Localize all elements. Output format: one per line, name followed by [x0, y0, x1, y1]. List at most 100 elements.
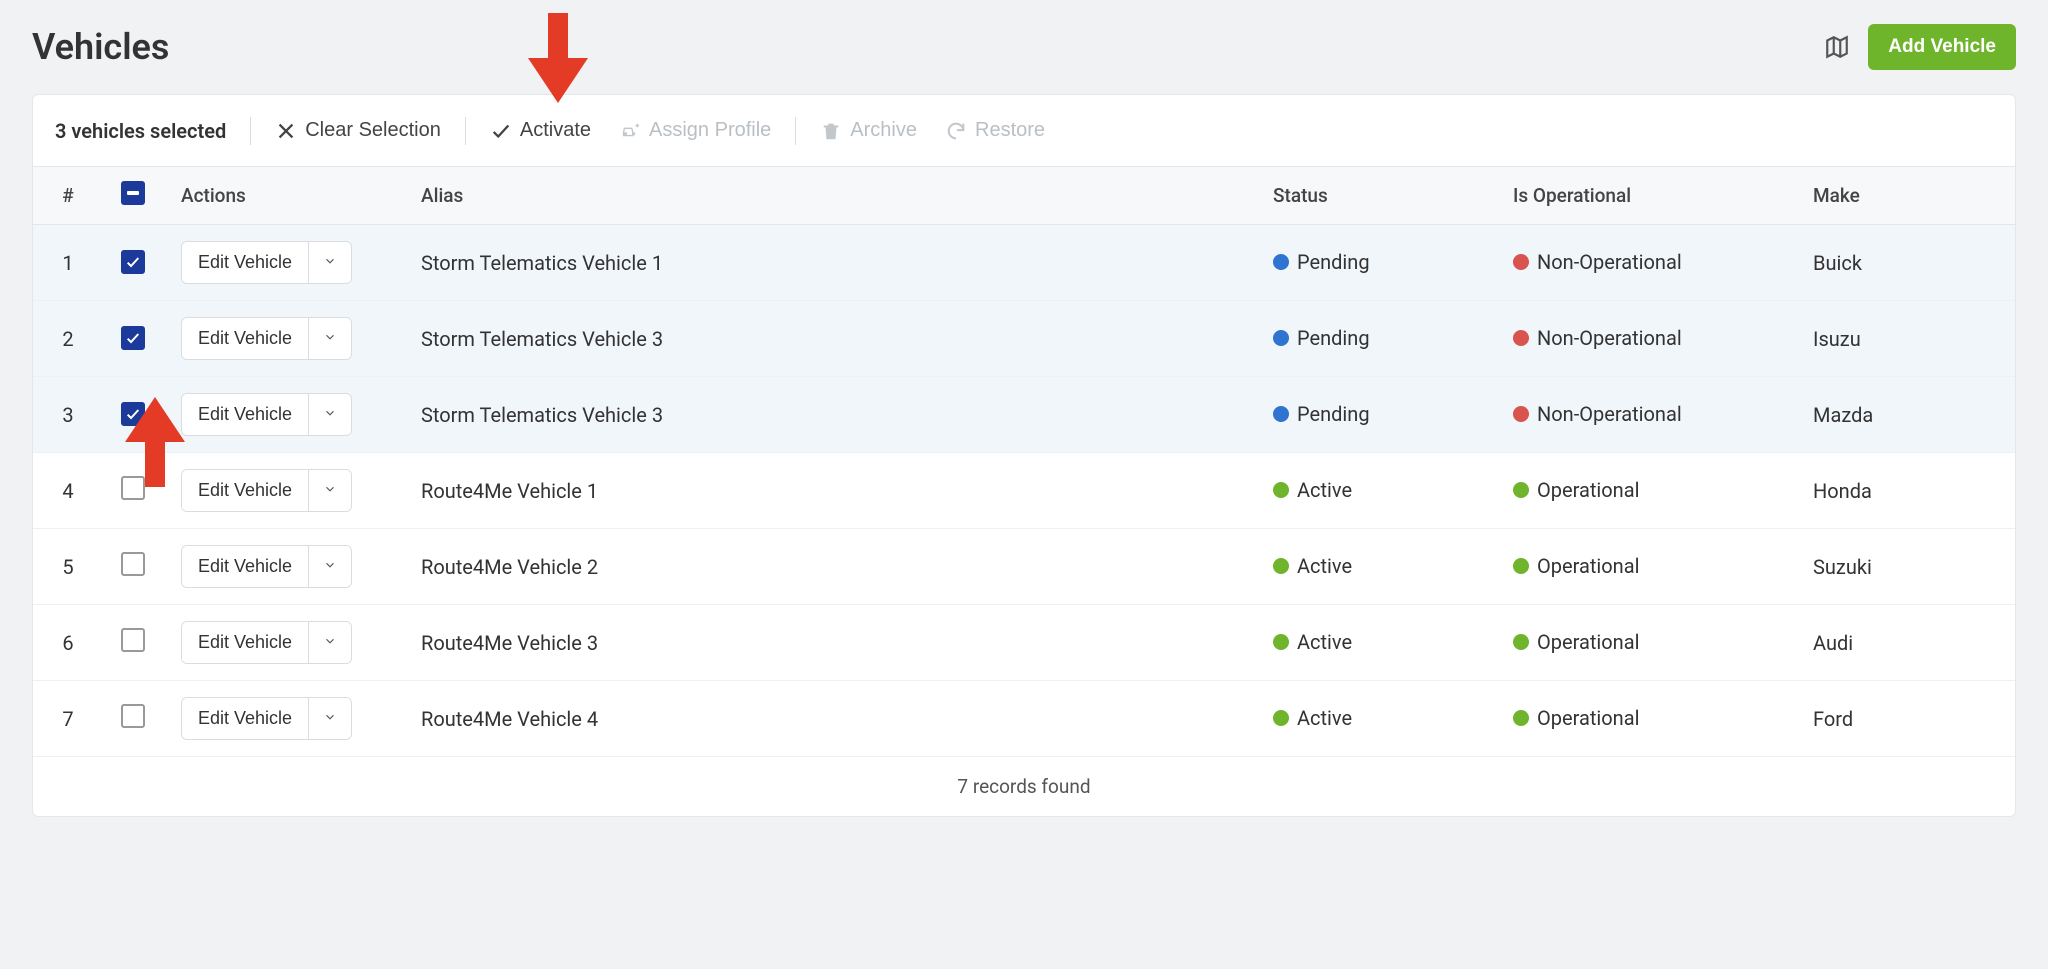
cell-status: Active	[1255, 529, 1495, 605]
chevron-down-icon	[323, 710, 337, 727]
restore-button: Restore	[935, 113, 1055, 148]
archive-label: Archive	[850, 119, 917, 142]
refresh-icon	[945, 120, 967, 142]
edit-vehicle-button[interactable]: Edit Vehicle	[182, 546, 308, 587]
cell-operational: Operational	[1495, 681, 1795, 757]
edit-vehicle-dropdown[interactable]	[308, 622, 351, 663]
col-header-actions: Actions	[163, 167, 403, 225]
cell-make: Suzuki	[1795, 529, 2015, 605]
edit-vehicle-button[interactable]: Edit Vehicle	[182, 318, 308, 359]
cell-alias: Route4Me Vehicle 3	[403, 605, 1255, 681]
chevron-down-icon	[323, 558, 337, 575]
selected-count-label: 3 vehicles selected	[55, 119, 226, 143]
cell-operational: Non-Operational	[1495, 225, 1795, 301]
status-text: Pending	[1297, 402, 1370, 426]
row-checkbox[interactable]	[121, 704, 145, 728]
col-header-operational: Is Operational	[1495, 167, 1795, 225]
operational-dot-icon	[1513, 634, 1529, 650]
chevron-down-icon	[323, 254, 337, 271]
table-row: 6Edit VehicleRoute4Me Vehicle 3ActiveOpe…	[33, 605, 2015, 681]
header-actions: Add Vehicle	[1824, 24, 2016, 70]
status-text: Pending	[1297, 326, 1370, 350]
cell-operational: Operational	[1495, 529, 1795, 605]
cell-status: Active	[1255, 453, 1495, 529]
operational-dot-icon	[1513, 330, 1529, 346]
vehicle-assign-icon	[619, 120, 641, 142]
col-header-status: Status	[1255, 167, 1495, 225]
cell-alias: Storm Telematics Vehicle 3	[403, 301, 1255, 377]
table-row: 5 Edit Vehicle Route4Me Vehicle 2 Active Ope…	[33, 529, 2015, 605]
cell-status: Pending	[1255, 225, 1495, 301]
col-header-make: Make	[1795, 167, 2015, 225]
trash-icon	[820, 120, 842, 142]
table-row: 1Edit VehicleStorm Telematics Vehicle 1P…	[33, 225, 2015, 301]
activate-button[interactable]: Activate	[480, 113, 601, 148]
cell-make: Honda	[1795, 453, 2015, 529]
cell-make: Buick	[1795, 225, 2015, 301]
row-number: 2	[33, 301, 103, 377]
row-checkbox[interactable]	[121, 628, 145, 652]
page-title: Vehicles	[32, 26, 169, 68]
edit-vehicle-dropdown[interactable]	[308, 470, 351, 511]
separator	[250, 117, 251, 145]
map-icon[interactable]	[1824, 34, 1850, 60]
cell-status: Pending	[1255, 301, 1495, 377]
col-header-number: #	[33, 167, 103, 225]
row-number: 3	[33, 377, 103, 453]
status-dot-icon	[1273, 482, 1289, 498]
row-checkbox[interactable]	[121, 250, 145, 274]
edit-vehicle-dropdown[interactable]	[308, 394, 351, 435]
edit-vehicle-button[interactable]: Edit Vehicle	[182, 394, 308, 435]
operational-dot-icon	[1513, 254, 1529, 270]
status-text: Active	[1297, 478, 1352, 502]
assign-profile-button: Assign Profile	[609, 113, 781, 148]
chevron-down-icon	[323, 634, 337, 651]
edit-vehicle-button[interactable]: Edit Vehicle	[182, 622, 308, 663]
row-checkbox[interactable]	[121, 552, 145, 576]
table-row: 4Edit VehicleRoute4Me Vehicle 1ActiveOpe…	[33, 453, 2015, 529]
operational-text: Operational	[1537, 554, 1639, 578]
edit-vehicle-dropdown[interactable]	[308, 242, 351, 283]
clear-selection-button[interactable]: Clear Selection	[265, 113, 451, 148]
operational-text: Non-Operational	[1537, 250, 1682, 274]
cell-make: Mazda	[1795, 377, 2015, 453]
edit-vehicle-dropdown[interactable]	[308, 698, 351, 739]
edit-vehicle-dropdown[interactable]	[308, 318, 351, 359]
cell-make: Audi	[1795, 605, 2015, 681]
cell-alias: Storm Telematics Vehicle 3	[403, 377, 1255, 453]
operational-dot-icon	[1513, 406, 1529, 422]
table-row: 3 Edit Vehicle Storm Telematics Vehicle 3 P…	[33, 377, 2015, 453]
status-dot-icon	[1273, 254, 1289, 270]
operational-dot-icon	[1513, 482, 1529, 498]
status-text: Active	[1297, 554, 1352, 578]
status-text: Pending	[1297, 250, 1370, 274]
row-checkbox[interactable]	[121, 326, 145, 350]
cell-alias: Storm Telematics Vehicle 1	[403, 225, 1255, 301]
archive-button: Archive	[810, 113, 927, 148]
records-found-label: 7 records found	[33, 757, 2015, 816]
cell-status: Active	[1255, 605, 1495, 681]
edit-vehicle-button[interactable]: Edit Vehicle	[182, 242, 308, 283]
add-vehicle-button[interactable]: Add Vehicle	[1868, 24, 2016, 70]
status-text: Active	[1297, 706, 1352, 730]
activate-label: Activate	[520, 119, 591, 142]
operational-dot-icon	[1513, 710, 1529, 726]
cell-alias: Route4Me Vehicle 2	[403, 529, 1255, 605]
cell-operational: Operational	[1495, 453, 1795, 529]
vehicles-table: # Actions Alias Status Is Operational Ma…	[33, 167, 2015, 757]
row-number: 7	[33, 681, 103, 757]
cell-operational: Non-Operational	[1495, 377, 1795, 453]
separator	[465, 117, 466, 145]
edit-vehicle-button[interactable]: Edit Vehicle	[182, 470, 308, 511]
row-number: 5	[33, 529, 103, 605]
status-dot-icon	[1273, 558, 1289, 574]
operational-text: Operational	[1537, 478, 1639, 502]
cell-status: Pending	[1255, 377, 1495, 453]
edit-vehicle-dropdown[interactable]	[308, 546, 351, 587]
edit-vehicle-button[interactable]: Edit Vehicle	[182, 698, 308, 739]
table-row: 7Edit VehicleRoute4Me Vehicle 4ActiveOpe…	[33, 681, 2015, 757]
row-number: 6	[33, 605, 103, 681]
annotation-arrow-up-icon	[125, 397, 185, 487]
select-all-checkbox[interactable]	[121, 181, 145, 205]
table-row: 2 Edit Vehicle Storm Telematics Vehicle 3 P…	[33, 301, 2015, 377]
